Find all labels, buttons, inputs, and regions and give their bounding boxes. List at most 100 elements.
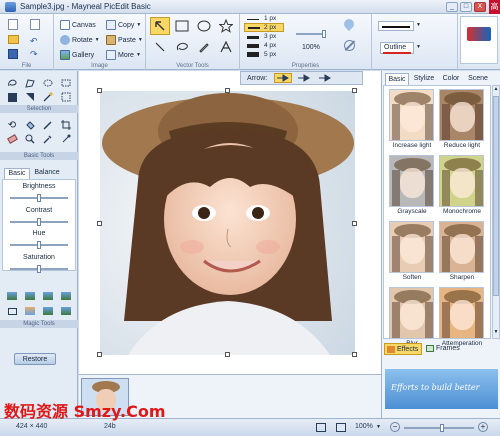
effect-item[interactable]: Reduce light [437,89,487,156]
rotate-left-icon[interactable]: ⟲ [6,119,18,131]
hue-slider[interactable] [10,241,68,249]
saturation-knob[interactable] [37,265,41,273]
star-tool-button[interactable] [216,17,236,35]
promo-banner[interactable]: Efforts to build better [385,369,498,409]
arrow-style-3-button[interactable] [316,73,334,83]
arrow-tool-button[interactable] [150,17,170,35]
effect-item[interactable]: Sharpen [437,221,487,288]
magic-tool-1-icon[interactable] [6,290,18,302]
magic-tool-2-icon[interactable] [24,290,36,302]
fill-drop-icon[interactable] [341,16,357,32]
undo-icon[interactable]: ↶ [30,36,38,47]
outline-select[interactable]: Outline [380,42,414,54]
fit-to-window-icon[interactable] [316,423,326,432]
actual-size-icon[interactable] [336,423,346,432]
zoom-icon[interactable] [24,133,36,145]
copy-button[interactable]: Copy ▼ [106,19,141,31]
contrast-slider[interactable] [10,218,68,226]
line-width-item[interactable]: 4 px [244,42,284,50]
opacity-slider[interactable] [296,30,326,38]
minimize-button[interactable]: _ [446,2,458,12]
handle-middle-left[interactable] [97,221,102,226]
ellipse-tool-button[interactable] [194,17,214,35]
paint-bucket-icon[interactable] [24,119,36,131]
lasso-select-icon[interactable] [6,77,18,89]
zoom-dropdown-icon[interactable]: ▼ [376,424,381,430]
open-folder-icon[interactable] [8,35,19,44]
brightness-slider[interactable] [10,194,68,202]
restore-button[interactable]: Restore [14,353,56,365]
line-width-item[interactable]: 3 px [244,33,284,41]
tab-basic-effects[interactable]: Basic [385,73,409,85]
scrollbar-thumb[interactable] [493,96,499,296]
effects-scrollbar[interactable]: ▲ ▼ [492,85,500,339]
effect-item[interactable]: Monochrome [437,155,487,222]
magic-tool-7-icon[interactable] [42,305,54,317]
line-width-list[interactable]: 1 px 2 px 3 px 4 px 5 px [244,15,284,65]
outline-dropdown-icon[interactable]: ▼ [416,44,421,50]
select-all-icon[interactable] [6,91,18,103]
stroke-style-dropdown-icon[interactable]: ▼ [416,22,421,28]
handle-bottom-center[interactable] [225,352,230,357]
no-fill-icon[interactable] [344,40,355,51]
magic-tool-3-icon[interactable] [42,290,54,302]
magic-tool-8-icon[interactable] [60,305,72,317]
handle-middle-right[interactable] [352,221,357,226]
gallery-button[interactable]: Gallery [60,49,94,61]
handle-top-center[interactable] [225,88,230,93]
effect-item[interactable]: Grayscale [387,155,437,222]
scrollbar-down-icon[interactable]: ▼ [493,329,499,337]
tab-stylize[interactable]: Stylize [411,73,437,85]
line-width-item[interactable]: 5 px [244,51,284,59]
save-icon[interactable] [8,49,18,59]
eyedropper-icon[interactable] [42,133,54,145]
text-tool-button[interactable] [216,38,236,56]
ellipse-select-icon[interactable] [42,77,54,89]
effect-item[interactable]: Soften [387,221,437,288]
tab-balance[interactable]: Balance [31,168,63,179]
crop-icon[interactable] [60,119,72,131]
handle-bottom-right[interactable] [352,352,357,357]
zoom-slider-knob[interactable] [440,424,444,432]
magic-tool-6-icon[interactable] [24,305,36,317]
new-file-icon[interactable] [8,19,18,30]
line-width-item-selected[interactable]: 2 px [244,23,284,32]
magic-tool-4-icon[interactable] [60,290,72,302]
saturation-slider[interactable] [10,265,68,273]
deselect-icon[interactable] [60,91,72,103]
line-width-item[interactable]: 1 px [244,15,284,23]
pen-tool-button[interactable] [194,38,214,56]
opacity-slider-knob[interactable] [322,30,326,38]
canvas-button[interactable]: Canvas [60,19,96,31]
photo[interactable] [100,91,355,355]
rotate-button[interactable]: Rotate ▼ [60,34,100,46]
arrow-style-1-button[interactable] [274,73,293,83]
handle-bottom-left[interactable] [97,352,102,357]
canvas-area[interactable] [79,71,381,374]
magic-tool-5-icon[interactable] [6,305,18,317]
stroke-style-select[interactable] [378,21,414,31]
lasso-tool-button[interactable] [172,38,192,56]
arrow-style-2-button[interactable] [295,73,313,83]
effect-item[interactable]: Increase light [387,89,437,156]
zoom-slider[interactable] [404,424,474,432]
maximize-button[interactable]: □ [460,2,472,12]
eraser-icon[interactable] [6,133,18,145]
handle-top-right[interactable] [352,88,357,93]
brush-icon[interactable] [42,119,54,131]
rect-select-icon[interactable] [60,77,72,89]
polygon-select-icon[interactable] [24,77,36,89]
paste-button[interactable]: Paste ▼ [106,34,143,46]
brightness-knob[interactable] [37,194,41,202]
tab-scene[interactable]: Scene [466,73,490,85]
zoom-in-icon[interactable]: + [478,422,488,432]
clone-icon[interactable] [60,133,72,145]
handle-top-left[interactable] [97,88,102,93]
tab-basic[interactable]: Basic [4,168,30,179]
hue-knob[interactable] [37,241,41,249]
redo-icon[interactable]: ↷ [30,49,38,60]
scrollbar-up-icon[interactable]: ▲ [493,86,499,94]
line-tool-button[interactable] [150,38,170,56]
invert-select-icon[interactable] [24,91,36,103]
contrast-knob[interactable] [37,218,41,226]
